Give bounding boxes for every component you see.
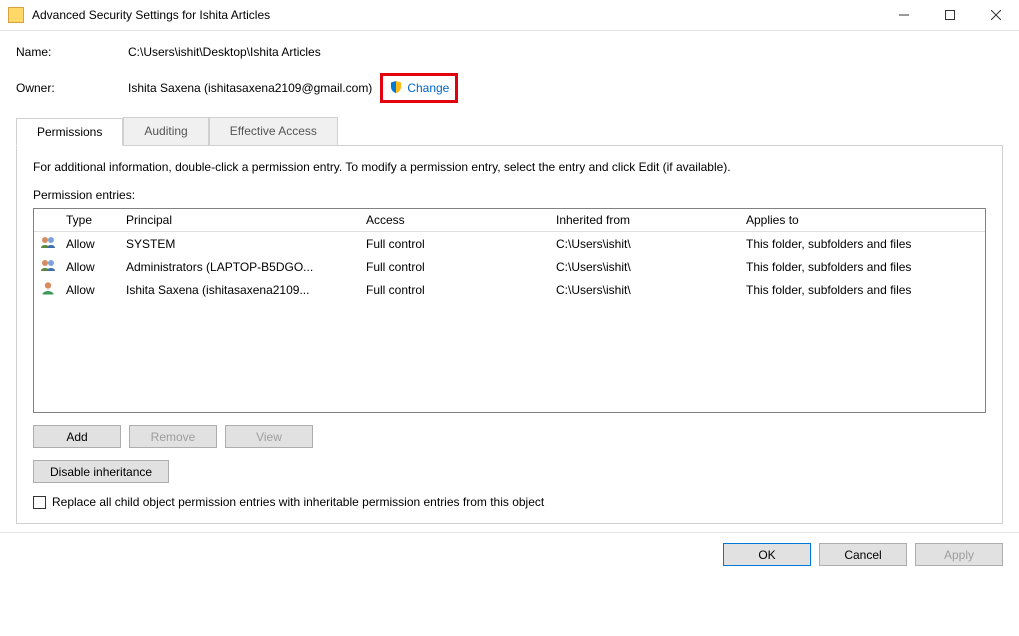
ok-button[interactable]: OK (723, 543, 811, 566)
owner-label: Owner: (16, 81, 128, 95)
replace-checkbox[interactable] (33, 496, 46, 509)
row-inherited: C:\Users\ishit\ (548, 278, 738, 301)
close-button[interactable] (973, 0, 1019, 30)
row-inherited: C:\Users\ishit\ (548, 255, 738, 278)
content-area: Name: C:\Users\ishit\Desktop\Ishita Arti… (0, 31, 1019, 524)
table-row[interactable]: AllowIshita Saxena (ishitasaxena2109...F… (34, 278, 985, 301)
inheritance-buttons: Disable inheritance (33, 460, 986, 483)
row-access: Full control (358, 232, 548, 256)
group-icon (40, 258, 56, 272)
cancel-button[interactable]: Cancel (819, 543, 907, 566)
window-title: Advanced Security Settings for Ishita Ar… (32, 8, 881, 22)
row-principal: SYSTEM (118, 232, 358, 256)
minimize-icon (899, 10, 909, 20)
row-icon (34, 255, 58, 278)
replace-checkbox-label: Replace all child object permission entr… (52, 495, 544, 509)
header-principal[interactable]: Principal (118, 209, 358, 232)
tab-panel: For additional information, double-click… (16, 145, 1003, 524)
entries-label: Permission entries: (33, 188, 986, 202)
header-type[interactable]: Type (58, 209, 118, 232)
dialog-footer: OK Cancel Apply (0, 532, 1019, 576)
owner-value: Ishita Saxena (ishitasaxena2109@gmail.co… (128, 81, 372, 95)
row-type: Allow (58, 255, 118, 278)
row-principal: Ishita Saxena (ishitasaxena2109... (118, 278, 358, 301)
instruction-text: For additional information, double-click… (33, 160, 986, 174)
change-link-highlight: Change (380, 73, 458, 103)
tabs: Permissions Auditing Effective Access (16, 117, 1003, 145)
table-row[interactable]: AllowSYSTEMFull controlC:\Users\ishit\Th… (34, 232, 985, 256)
permission-entries-table: Type Principal Access Inherited from App… (33, 208, 986, 413)
titlebar: Advanced Security Settings for Ishita Ar… (0, 0, 1019, 31)
apply-button[interactable]: Apply (915, 543, 1003, 566)
maximize-icon (945, 10, 955, 20)
header-access[interactable]: Access (358, 209, 548, 232)
row-applies: This folder, subfolders and files (738, 255, 985, 278)
row-access: Full control (358, 255, 548, 278)
close-icon (991, 10, 1001, 20)
row-principal: Administrators (LAPTOP-B5DGO... (118, 255, 358, 278)
user-icon (40, 281, 56, 295)
header-icon[interactable] (34, 209, 58, 232)
minimize-button[interactable] (881, 0, 927, 30)
replace-checkbox-row: Replace all child object permission entr… (33, 495, 986, 509)
add-button[interactable]: Add (33, 425, 121, 448)
shield-icon (389, 80, 403, 96)
owner-row: Owner: Ishita Saxena (ishitasaxena2109@g… (16, 73, 1003, 103)
view-button[interactable]: View (225, 425, 313, 448)
row-type: Allow (58, 232, 118, 256)
row-access: Full control (358, 278, 548, 301)
name-label: Name: (16, 45, 128, 59)
row-icon (34, 232, 58, 256)
name-row: Name: C:\Users\ishit\Desktop\Ishita Arti… (16, 45, 1003, 59)
row-applies: This folder, subfolders and files (738, 232, 985, 256)
tab-auditing[interactable]: Auditing (123, 117, 208, 145)
window-controls (881, 0, 1019, 30)
name-value: C:\Users\ishit\Desktop\Ishita Articles (128, 45, 321, 59)
maximize-button[interactable] (927, 0, 973, 30)
tab-effective-access[interactable]: Effective Access (209, 117, 338, 145)
row-icon (34, 278, 58, 301)
group-icon (40, 235, 56, 249)
header-applies[interactable]: Applies to (738, 209, 985, 232)
table-header-row: Type Principal Access Inherited from App… (34, 209, 985, 232)
row-inherited: C:\Users\ishit\ (548, 232, 738, 256)
table-row[interactable]: AllowAdministrators (LAPTOP-B5DGO...Full… (34, 255, 985, 278)
remove-button[interactable]: Remove (129, 425, 217, 448)
header-inherited[interactable]: Inherited from (548, 209, 738, 232)
row-applies: This folder, subfolders and files (738, 278, 985, 301)
disable-inheritance-button[interactable]: Disable inheritance (33, 460, 169, 483)
row-type: Allow (58, 278, 118, 301)
change-link[interactable]: Change (407, 81, 449, 95)
entry-buttons: Add Remove View (33, 425, 986, 448)
tab-permissions[interactable]: Permissions (16, 118, 123, 146)
folder-icon (8, 7, 24, 23)
